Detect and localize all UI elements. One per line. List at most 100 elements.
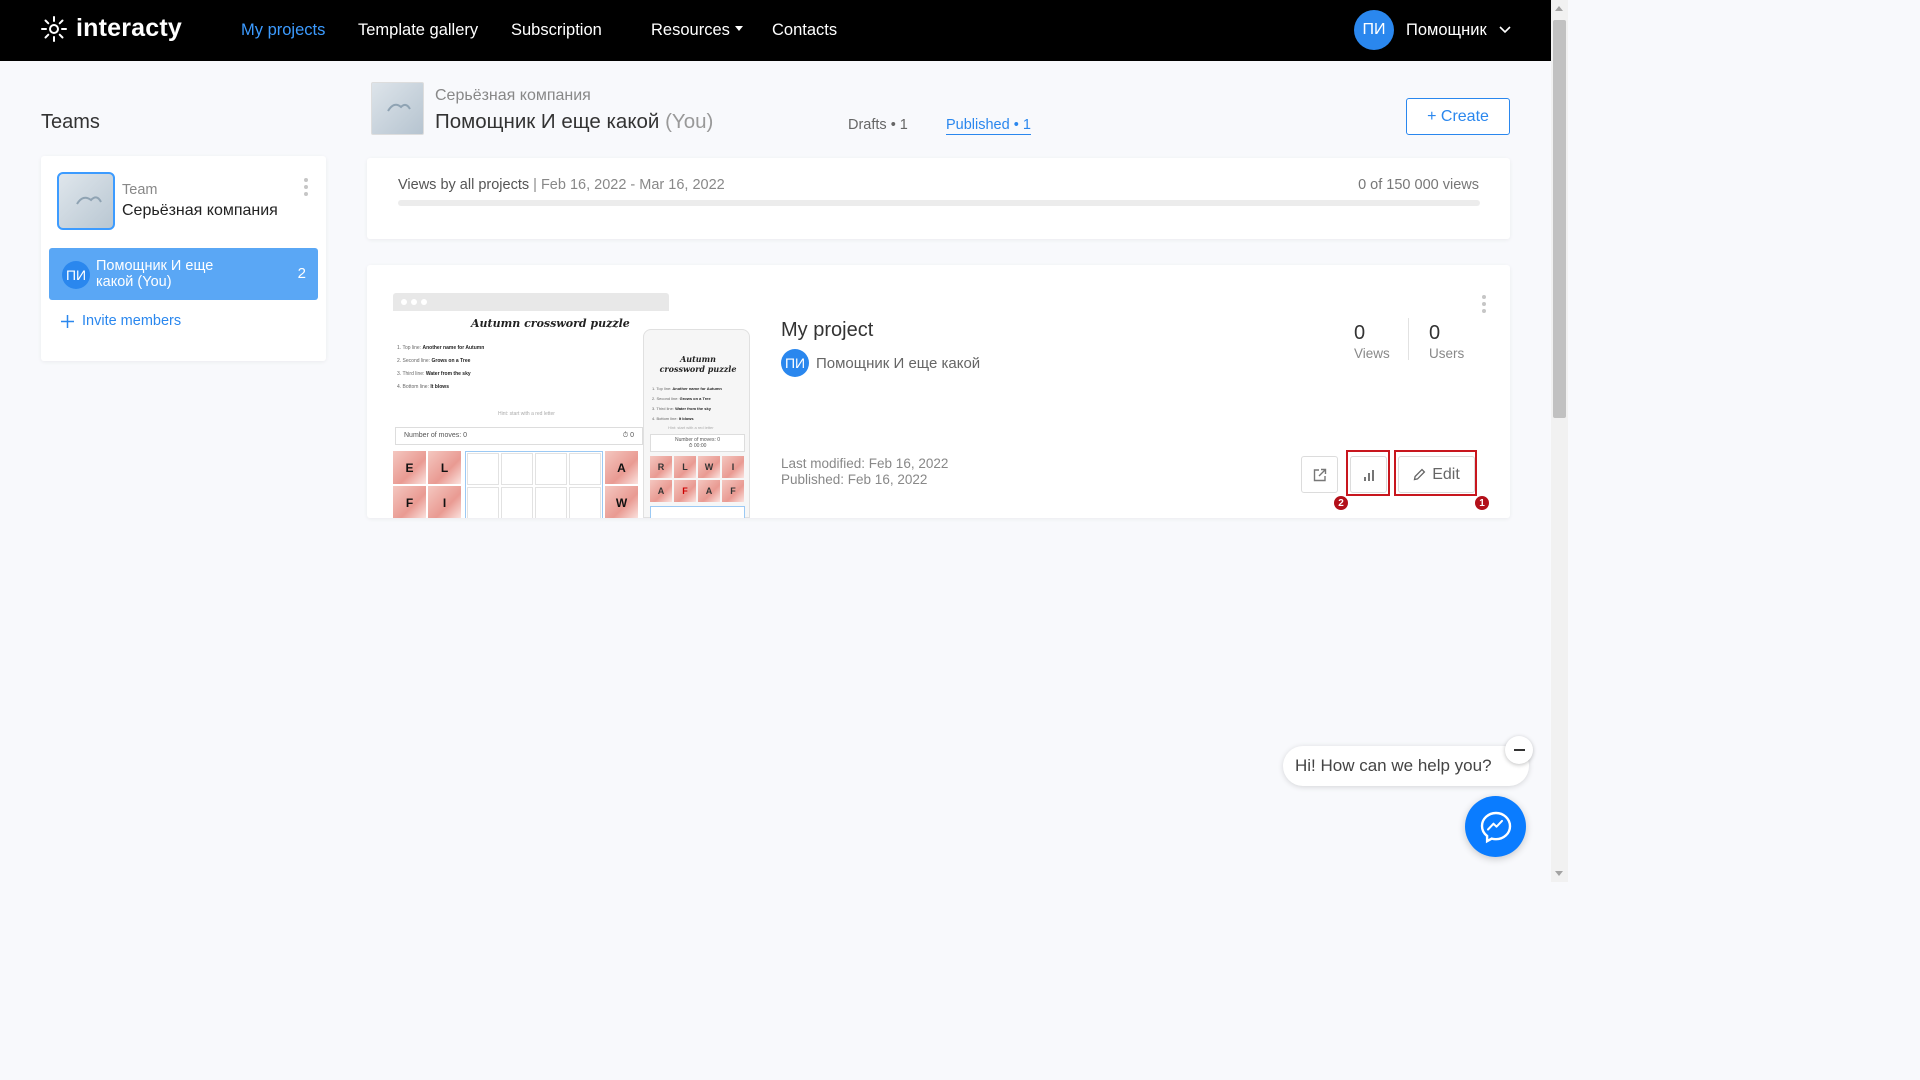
create-button[interactable]: + Create bbox=[1406, 98, 1510, 135]
team-more-icon[interactable] bbox=[304, 178, 308, 196]
puzzle-tile: I bbox=[722, 456, 744, 478]
plus-icon bbox=[61, 314, 74, 328]
owner-name-text: Помощник И еще какой bbox=[435, 110, 660, 133]
preview-moves-bar: Number of moves: 0 ⏱ 0 bbox=[395, 427, 643, 445]
top-navigation-bar: interacty My projects Template gallery S… bbox=[0, 0, 1551, 61]
chat-minimize-button[interactable] bbox=[1505, 736, 1533, 764]
mobile-timer: 00:00 bbox=[693, 443, 707, 449]
scroll-up-arrow-icon[interactable] bbox=[1555, 6, 1563, 11]
open-external-button[interactable] bbox=[1301, 456, 1338, 493]
annotation-badge-2: 2 bbox=[1333, 495, 1349, 511]
user-avatar: ПИ bbox=[1354, 10, 1394, 50]
author-avatar: ПИ bbox=[781, 349, 809, 377]
clue-key: 4. Bottom line: bbox=[652, 416, 678, 421]
project-preview[interactable]: Autumn crossword puzzle 1. Top line: Ano… bbox=[393, 293, 753, 518]
clue-value: It blows bbox=[430, 384, 449, 390]
puzzle-tile: L bbox=[674, 456, 696, 478]
logo-text: interacty bbox=[76, 14, 183, 42]
stat-views-value: 0 bbox=[1354, 322, 1366, 344]
stat-users-label: Users bbox=[1429, 346, 1465, 361]
nav-template-gallery[interactable]: Template gallery bbox=[358, 21, 478, 40]
clue-key: 3. Third line: bbox=[397, 371, 425, 377]
page-scrollbar[interactable] bbox=[1551, 0, 1568, 882]
puzzle-tile: A bbox=[605, 451, 638, 484]
clue-value: Water from the sky bbox=[675, 406, 711, 411]
tab-drafts[interactable]: Drafts • 1 bbox=[848, 117, 908, 133]
statistics-button[interactable] bbox=[1350, 456, 1387, 493]
minus-icon bbox=[1513, 749, 1525, 751]
moves-value: 0 bbox=[717, 437, 721, 443]
stat-users: 0 Users bbox=[1429, 322, 1464, 361]
preview-clue: 4. Bottom line: It blows bbox=[397, 384, 449, 390]
nav-subscription[interactable]: Subscription bbox=[511, 21, 602, 40]
messenger-icon bbox=[1480, 811, 1511, 843]
team-name: Серьёзная компания bbox=[122, 202, 278, 219]
puzzle-tile: F bbox=[722, 480, 744, 502]
pencil-icon bbox=[1413, 468, 1426, 481]
chevron-down-icon bbox=[1499, 26, 1511, 34]
timer-display: ⏱ 0 bbox=[622, 432, 634, 439]
clue-value: Grows on a Tree bbox=[679, 396, 711, 401]
edit-button[interactable]: Edit bbox=[1398, 456, 1475, 493]
external-link-icon bbox=[1313, 468, 1326, 481]
teams-heading: Teams bbox=[41, 111, 100, 133]
nav-resources[interactable]: Resources bbox=[651, 21, 743, 40]
team-card: Team Серьёзная компания ПИ Помощник И ещ… bbox=[41, 156, 326, 361]
member-avatar: ПИ bbox=[62, 261, 90, 289]
organization-name: Серьёзная компания bbox=[435, 87, 591, 104]
moves-label: Number of moves: bbox=[404, 432, 462, 439]
stat-users-value: 0 bbox=[1429, 322, 1441, 344]
nav-my-projects[interactable]: My projects bbox=[241, 21, 325, 40]
stat-views-label: Views bbox=[1354, 346, 1390, 361]
project-card[interactable]: Autumn crossword puzzle 1. Top line: Ano… bbox=[367, 265, 1510, 518]
invite-members-link[interactable]: Invite members bbox=[61, 313, 181, 329]
puzzle-tile: R bbox=[650, 456, 672, 478]
preview-clue: 2. Second line: Grows on a Tree bbox=[397, 358, 470, 364]
mobile-clue: 3. Third line: Water from the sky bbox=[652, 406, 711, 411]
stat-views: 0 Views bbox=[1354, 322, 1390, 361]
mobile-preview: Autumn crossword puzzle 1. Top line: Ano… bbox=[643, 329, 750, 518]
nav-contacts[interactable]: Contacts bbox=[772, 21, 837, 40]
clue-key: 1. Top line: bbox=[652, 386, 672, 391]
mobile-clue: 1. Top line: Another name for Autumn bbox=[652, 386, 722, 391]
preview-side-tiles: A W R bbox=[605, 451, 638, 518]
team-thumbnail bbox=[57, 172, 115, 230]
views-label-line: Views by all projects | Feb 16, 2022 - M… bbox=[398, 177, 725, 193]
clue-key: 2. Second line: bbox=[397, 358, 431, 364]
preview-title: Autumn crossword puzzle bbox=[471, 317, 630, 330]
clue-value: Another name for Autumn bbox=[672, 386, 722, 391]
scrollbar-thumb[interactable] bbox=[1553, 20, 1566, 418]
preview-hint: Hint: start with a red letter bbox=[498, 411, 555, 417]
team-member-item[interactable]: ПИ Помощник И еще какой (You) 2 bbox=[49, 248, 318, 300]
timer-value: 0 bbox=[630, 432, 634, 439]
clue-key: 1. Top line: bbox=[397, 345, 422, 351]
views-summary-card: Views by all projects | Feb 16, 2022 - M… bbox=[367, 158, 1510, 239]
user-name: Помощник bbox=[1406, 20, 1487, 39]
tab-published[interactable]: Published • 1 bbox=[946, 117, 1031, 135]
clue-value: Grows on a Tree bbox=[431, 358, 471, 364]
project-more-icon[interactable] bbox=[1482, 295, 1486, 313]
chat-greeting-bubble[interactable]: Hi! How can we help you? bbox=[1283, 746, 1529, 786]
invite-members-label: Invite members bbox=[82, 313, 182, 329]
preview-clue: 3. Third line: Water from the sky bbox=[397, 371, 471, 377]
preview-tile-grid: E L F I N L bbox=[393, 451, 461, 518]
last-modified-date: Last modified: Feb 16, 2022 bbox=[781, 456, 949, 471]
puzzle-tile: W bbox=[605, 486, 638, 518]
scroll-down-arrow-icon[interactable] bbox=[1555, 871, 1563, 876]
user-menu[interactable]: ПИ Помощник bbox=[1354, 10, 1511, 50]
member-name: Помощник И еще какой (You) bbox=[96, 258, 214, 290]
nav-resources-label: Resources bbox=[651, 21, 730, 39]
puzzle-tile: L bbox=[428, 451, 461, 484]
project-title[interactable]: My project bbox=[781, 319, 873, 342]
puzzle-tile: A bbox=[650, 480, 672, 502]
stats-divider bbox=[1408, 318, 1409, 360]
puzzle-tile: W bbox=[698, 456, 720, 478]
interacty-logo[interactable]: interacty bbox=[40, 14, 182, 43]
puzzle-tile: F bbox=[393, 486, 426, 518]
views-label: Views by all projects bbox=[398, 177, 530, 193]
mobile-tile-grid: R L W I A F A F bbox=[650, 456, 744, 502]
cloud-image-icon bbox=[76, 196, 102, 205]
clue-key: 3. Third line: bbox=[652, 406, 674, 411]
workspace-owner-name: Помощник И еще какой (You) bbox=[435, 110, 713, 134]
messenger-chat-button[interactable] bbox=[1465, 796, 1526, 857]
